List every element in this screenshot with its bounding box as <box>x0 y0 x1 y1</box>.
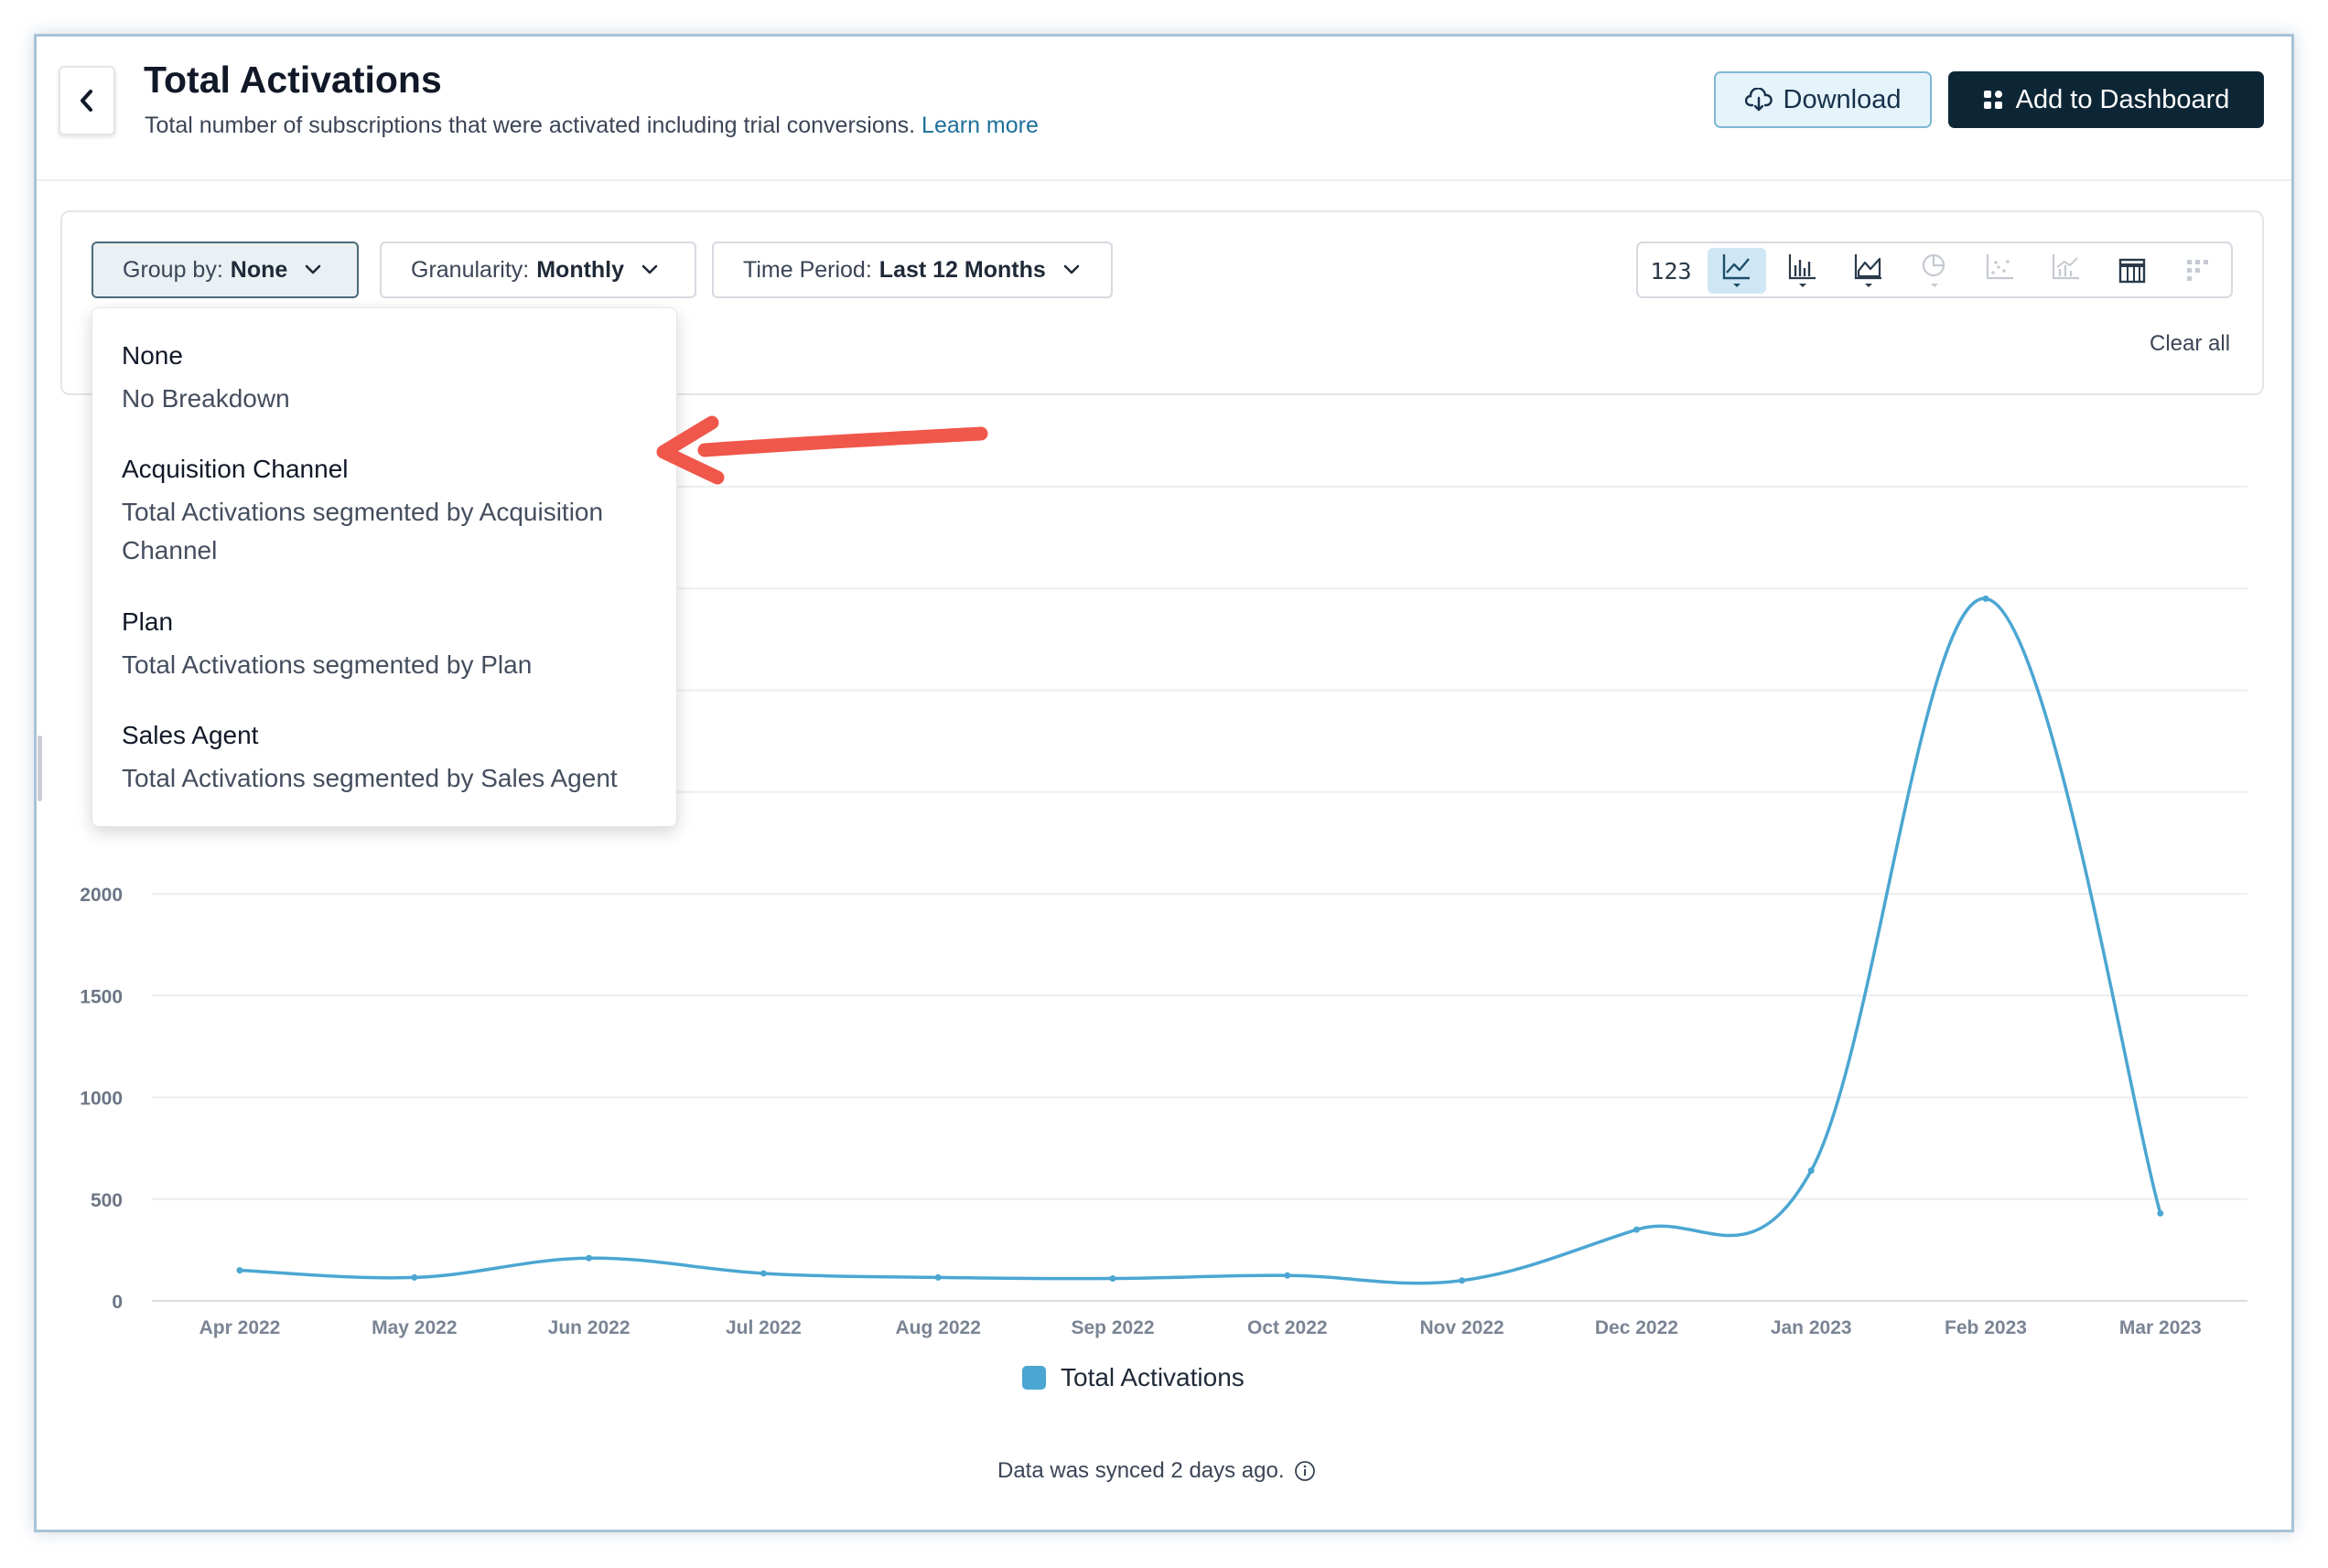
annotation-arrow <box>656 415 988 485</box>
